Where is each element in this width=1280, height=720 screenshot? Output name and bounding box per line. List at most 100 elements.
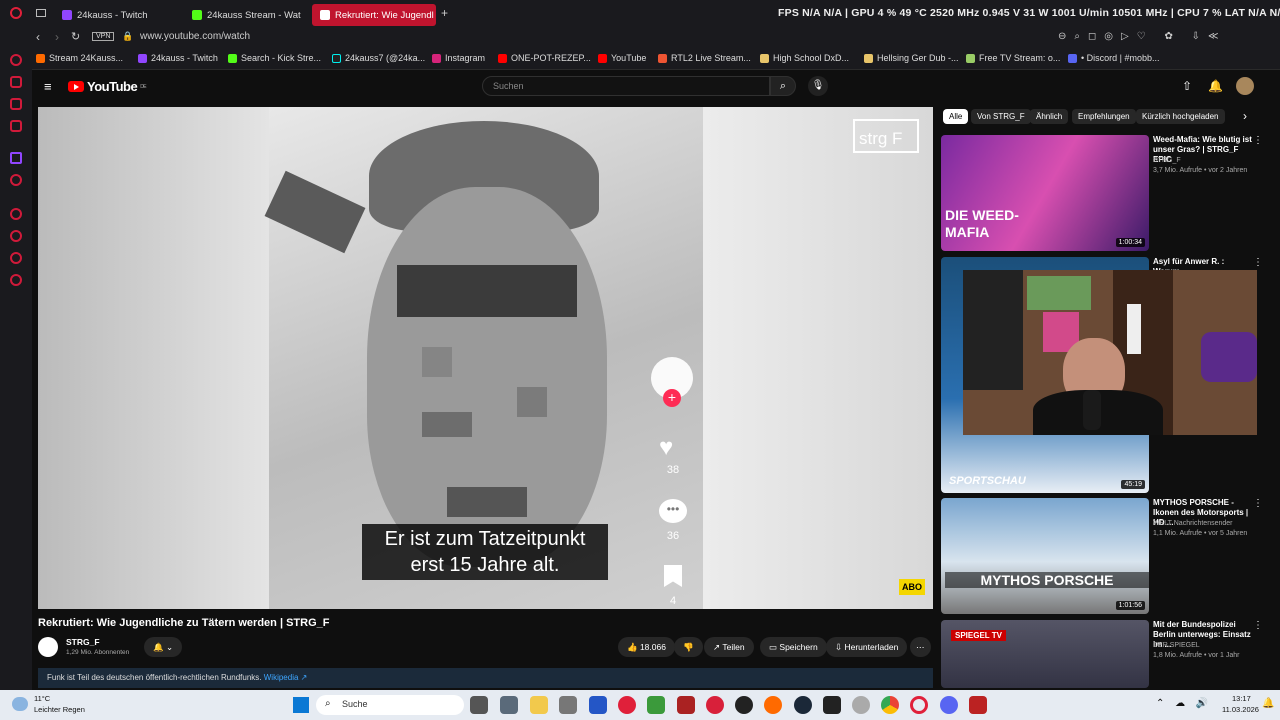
weather-icon[interactable]	[12, 697, 28, 711]
bookmark-item[interactable]: YouTube	[598, 53, 646, 63]
app-icon[interactable]	[735, 696, 753, 714]
opera-logo-icon[interactable]	[10, 7, 22, 19]
bookmark-item[interactable]: High School DxD...	[760, 53, 849, 63]
sidebar-icon[interactable]	[10, 120, 22, 132]
bookmark-item[interactable]: 24kauss - Twitch	[138, 53, 218, 63]
subscribe-watermark[interactable]: ABO	[899, 579, 925, 595]
sidebar-icon[interactable]	[10, 76, 22, 88]
epic-games-icon[interactable]	[823, 696, 841, 714]
bookmark-item[interactable]: Hellsing Ger Dub -...	[864, 53, 959, 63]
explorer-icon[interactable]	[530, 696, 548, 714]
sidebar-twitch-icon[interactable]	[10, 152, 22, 164]
clock-date[interactable]: 11.03.2026	[1222, 705, 1259, 714]
app-icon[interactable]	[764, 696, 782, 714]
more-icon[interactable]: ⋮	[1253, 498, 1263, 509]
video-duration: 1:01:56	[1115, 601, 1145, 610]
search-icon: ⌕	[325, 698, 331, 709]
notifications-bell-icon[interactable]: 🔔	[1208, 79, 1223, 93]
bookmark-item[interactable]: • Discord | #mobb...	[1068, 53, 1160, 63]
app-icon[interactable]	[969, 696, 987, 714]
bookmark-item[interactable]: RTL2 Live Stream...	[658, 53, 751, 63]
youtube-icon	[498, 53, 507, 63]
app-icon[interactable]	[559, 696, 577, 714]
tab-twitch[interactable]: 24kauss - Twitch	[54, 4, 180, 26]
discord-icon	[1068, 53, 1077, 63]
voice-search-icon[interactable]: 🎙	[808, 76, 828, 96]
tray-icons[interactable]: ⌃ ☁ 🔊	[1156, 698, 1212, 709]
download-button[interactable]: ⇩ Herunterladen	[826, 637, 908, 657]
menu-icon[interactable]: ≡	[44, 79, 52, 94]
app-icon[interactable]	[677, 696, 695, 714]
video-player[interactable]: + ♥ 38 ••• 36 4 Er ist zum Tatzeitpunkt e…	[38, 107, 933, 609]
sidebar-icon[interactable]	[10, 252, 22, 264]
more-icon[interactable]: ⋮	[1253, 257, 1263, 268]
app-icon[interactable]	[589, 696, 607, 714]
sidebar-aria-icon[interactable]	[10, 54, 22, 66]
back-icon[interactable]: ‹	[36, 30, 40, 44]
channel-name[interactable]: STRG_F	[66, 637, 100, 647]
opera-gx-icon[interactable]	[618, 696, 636, 714]
tab-kick[interactable]: 24kauss Stream - Wat	[184, 4, 308, 26]
windows-start-icon[interactable]	[293, 697, 309, 713]
avatar[interactable]	[1236, 77, 1254, 95]
sidebar-history-icon[interactable]	[10, 230, 22, 242]
new-tab-button[interactable]: +	[441, 6, 448, 20]
sidebar-player-icon[interactable]	[10, 208, 22, 220]
upload-icon[interactable]: ⇧	[1182, 79, 1192, 93]
bookmark-item[interactable]: Free TV Stream: o...	[966, 53, 1060, 63]
opera-icon[interactable]	[910, 696, 928, 714]
chips-next-icon[interactable]: ›	[1243, 109, 1247, 123]
bookmark-item[interactable]: Instagram	[432, 53, 485, 63]
sidebar-settings-icon[interactable]	[10, 274, 22, 286]
bookmark-icon	[36, 53, 45, 63]
channel-avatar[interactable]	[38, 637, 58, 657]
address-bar: ‹ › ↻ VPN 🔒 www.youtube.com/watch ⊖⌕◻◎▷♡…	[0, 28, 1280, 48]
bookmark-item[interactable]: Stream 24Kauss...	[36, 53, 123, 63]
chip-all[interactable]: Alle	[943, 109, 969, 124]
chip-similar[interactable]: Ähnlich	[1030, 109, 1069, 124]
webcam-window	[963, 270, 1023, 390]
webcam-window	[1127, 304, 1141, 354]
search-input[interactable]: Suchen	[482, 76, 770, 96]
clock-time[interactable]: 13:17	[1232, 694, 1251, 703]
chrome-icon[interactable]	[881, 696, 899, 714]
tab-overview-icon[interactable]	[36, 9, 46, 17]
app-icon[interactable]	[647, 696, 665, 714]
more-icon[interactable]: ⋮	[1253, 620, 1263, 631]
task-view-icon[interactable]	[470, 696, 488, 714]
url-field[interactable]: www.youtube.com/watch	[140, 31, 250, 42]
dislike-button[interactable]: 👎	[674, 637, 703, 657]
app-icon[interactable]	[852, 696, 870, 714]
bookmark-item[interactable]: Search - Kick Stre...	[228, 53, 321, 63]
sidebar-icon[interactable]	[10, 174, 22, 186]
chip-from-channel[interactable]: Von STRG_F	[971, 109, 1031, 124]
more-icon[interactable]: ⋮	[1253, 135, 1263, 146]
notification-icon[interactable]: 🔔	[1262, 698, 1274, 709]
chip-recently-uploaded[interactable]: Kürzlich hochgeladen	[1136, 109, 1225, 124]
more-options-button[interactable]: ⋯	[910, 637, 931, 657]
forward-icon[interactable]: ›	[55, 30, 59, 44]
app-icon[interactable]	[706, 696, 724, 714]
save-button[interactable]: ▭ Speichern	[760, 637, 827, 657]
tab-youtube[interactable]: Rekrutiert: Wie Jugendl	[312, 4, 436, 26]
tiktok-like-count: 38	[666, 464, 680, 476]
youtube-logo[interactable]: YouTube DE	[68, 79, 147, 94]
discord-icon[interactable]	[940, 696, 958, 714]
wikipedia-link[interactable]: Wikipedia ↗	[264, 673, 308, 682]
taskbar-search[interactable]: Suche	[316, 695, 464, 715]
search-button[interactable]: ⌕	[770, 76, 796, 96]
like-button[interactable]: 👍 18.066	[618, 637, 675, 657]
bookmark-item[interactable]: 24kauss7 (@24ka...	[332, 53, 425, 63]
reload-icon[interactable]: ↻	[71, 30, 80, 43]
steam-icon[interactable]	[794, 696, 812, 714]
sidebar-icon[interactable]	[10, 98, 22, 110]
notification-bell-button[interactable]: 🔔 ⌄	[144, 637, 183, 657]
calculator-icon[interactable]	[500, 696, 518, 714]
chip-recommendations[interactable]: Empfehlungen	[1072, 109, 1136, 124]
share-button[interactable]: ↗ Teilen	[704, 637, 754, 657]
bookmark-item[interactable]: ONE-POT-REZEP...	[498, 53, 591, 63]
toolbar-icons: ⊖⌕◻◎▷♡ ✿ ⇩≪	[1058, 31, 1227, 42]
rtl2-icon	[658, 53, 667, 63]
vpn-badge[interactable]: VPN	[92, 32, 115, 41]
video-thumbnail: MYTHOS PORSCHE 1:01:56	[941, 498, 1149, 614]
